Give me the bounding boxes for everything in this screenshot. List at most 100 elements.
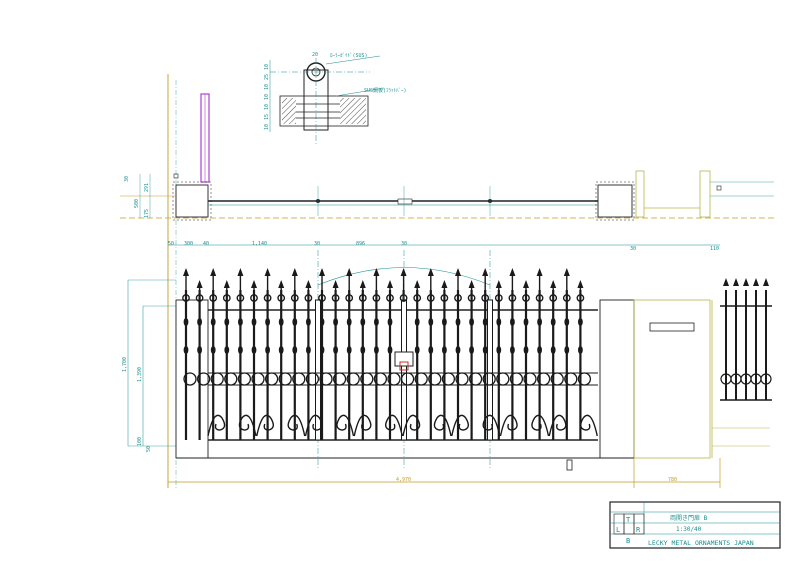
mailbox-slot — [649, 322, 695, 332]
detail-note-2: SUS鋼板(ﾌﾗｯﾄﾊﾞｰ) — [364, 87, 407, 94]
top-dim-0: 50 — [168, 241, 174, 247]
finial-spear — [210, 268, 217, 276]
drawing-name: 両開き門扉 B — [670, 514, 708, 522]
top-dim-3: 1,140 — [252, 241, 267, 247]
gate-lock — [394, 351, 414, 367]
bar-knuckle — [197, 346, 203, 354]
side-spear — [763, 278, 769, 286]
bar-knuckle — [550, 318, 556, 326]
finial-spear — [536, 268, 543, 276]
bar-knuckle — [469, 318, 474, 326]
scroll-left — [256, 414, 274, 437]
scroll-left — [451, 414, 469, 437]
finial-spear — [523, 280, 529, 288]
finial-spear — [223, 280, 230, 288]
bar-knuckle — [346, 318, 352, 326]
left-pillar-plan — [175, 184, 209, 218]
bar-knuckle — [564, 346, 570, 354]
plan-dim-2: 291 — [144, 183, 150, 192]
bar-knuckle — [537, 346, 542, 354]
drawing-scale: 1:30/40 — [676, 526, 702, 533]
total-width-dim: 4,970 — [396, 477, 411, 483]
bar-knuckle — [510, 318, 515, 326]
bar-knuckle — [238, 346, 243, 354]
elevation-view: 50 300 40 1,140 30 896 30 30 110 1,700 1… — [122, 241, 772, 488]
detail-dim-1: 25 — [264, 74, 270, 80]
finial-spear — [509, 268, 516, 276]
bar-knuckle — [482, 346, 488, 354]
bar-knuckle — [564, 318, 570, 326]
gate-finials — [182, 268, 585, 302]
bar-knuckle — [333, 346, 338, 354]
bar-knuckle — [306, 318, 311, 326]
bar-knuckle — [224, 318, 230, 326]
side-fence — [720, 278, 772, 401]
finial-spear — [346, 268, 353, 276]
bar-knuckle — [183, 346, 189, 354]
finial-spear — [332, 280, 339, 288]
bar-knuckle — [523, 346, 529, 354]
detail-left-dims: 10 25 10 10 10 15 10 — [264, 64, 270, 130]
scroll-left — [207, 414, 226, 437]
bar-knuckle — [251, 346, 257, 354]
bar-knuckle — [387, 346, 393, 354]
title-block: L T R B 両開き門扉 B 1:30/40 LECKY METAL ORNA… — [609, 501, 781, 549]
finial-spear — [387, 280, 393, 288]
detail-note-1: ﾛｰﾗｰｶﾞｲﾄﾞ(SUS) — [330, 52, 368, 59]
bar-knuckle — [306, 346, 311, 354]
detail-dim-6: 10 — [264, 124, 270, 130]
bar-knuckle — [210, 346, 216, 354]
bar-knuckle — [183, 318, 189, 326]
plan-dim-1: 500 — [134, 199, 140, 208]
detail-dim-3: 10 — [264, 94, 270, 100]
bar-knuckle — [374, 346, 379, 354]
bar-knuckle — [387, 318, 393, 326]
finial-spear — [305, 280, 312, 288]
bar-knuckle — [278, 318, 284, 326]
side-spear — [743, 278, 749, 286]
detail-dim-0: 10 — [264, 64, 270, 70]
height-dim-0: 1,700 — [122, 357, 128, 372]
bar-knuckle — [428, 318, 434, 326]
gate-bars — [183, 250, 583, 470]
hatch-left — [282, 98, 296, 124]
bar-knuckle — [428, 346, 434, 354]
finial-spear — [414, 280, 421, 288]
height-dim-2: 100 — [137, 437, 143, 446]
bar-knuckle — [523, 318, 529, 326]
plan-dim-0: 30 — [124, 176, 130, 182]
finial-spear — [495, 280, 502, 288]
finial-spear — [319, 268, 325, 276]
finial-spear — [196, 280, 203, 288]
side-spear — [753, 278, 759, 286]
bar-knuckle — [292, 318, 298, 326]
finial-spear — [237, 268, 244, 276]
height-dim-3: 50 — [146, 446, 152, 452]
bar-knuckle — [510, 346, 515, 354]
bar-knuckle — [265, 318, 270, 326]
side-spear — [733, 278, 739, 286]
plan-dim-3: 175 — [144, 209, 150, 218]
bar-knuckle — [496, 346, 502, 354]
bar-knuckle — [482, 318, 488, 326]
bar-knuckle — [251, 318, 257, 326]
bar-knuckle — [333, 318, 338, 326]
bar-knuckle — [374, 318, 379, 326]
top-dim-1: 300 — [184, 241, 193, 247]
finial-spear — [183, 268, 189, 276]
grid-letter-b: B — [626, 537, 630, 545]
bar-knuckle — [292, 346, 298, 354]
company-name: LECKY METAL ORNAMENTS JAPAN — [648, 539, 754, 547]
bar-knuckle — [469, 346, 474, 354]
finial-spear — [563, 268, 570, 276]
finial-spear — [400, 268, 407, 276]
bar-knuckle — [414, 318, 420, 326]
finial-spear — [441, 280, 448, 288]
right-pillar-plan — [597, 184, 633, 218]
finial-spear — [482, 268, 489, 276]
right-width-dim: 780 — [668, 477, 677, 483]
hatch-right — [340, 98, 366, 124]
bar-knuckle — [442, 318, 447, 326]
scroll-right — [385, 414, 403, 437]
scroll-right — [287, 414, 306, 437]
